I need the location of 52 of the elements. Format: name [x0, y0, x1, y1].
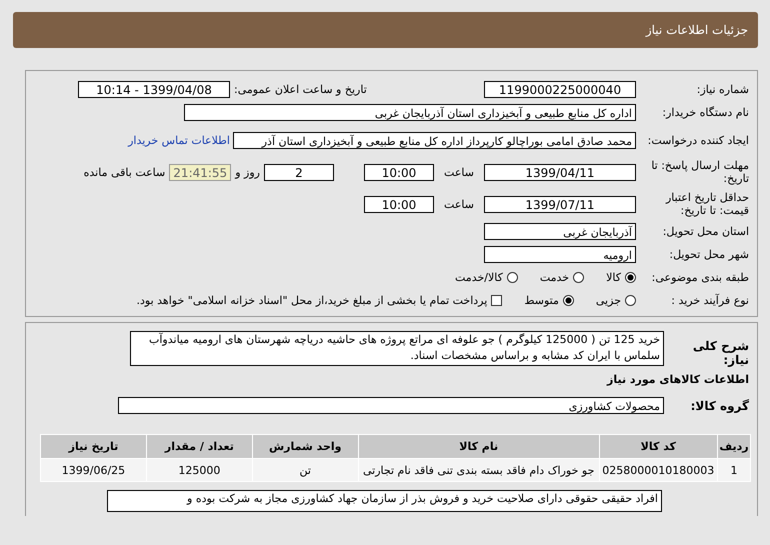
province-field: آذربایجان غربی: [484, 223, 636, 240]
field-label: ایجاد کننده درخواست:: [646, 134, 750, 146]
goods-group-field: محصولات کشاورزی: [118, 397, 664, 414]
remaining-label: ساعت باقی مانده: [84, 166, 166, 178]
field-label: شماره نیاز:: [696, 82, 750, 96]
page-title: جزئیات اطلاعات نیاز: [646, 23, 748, 37]
section-heading: اطلاعات کالاهای مورد نیاز: [606, 373, 749, 388]
field-label: تاریخ و ساعت اعلان عمومی:: [234, 82, 367, 96]
field-label: استان محل تحویل:: [662, 225, 750, 238]
buyer-field: اداره کل منابع طبیعی و آبخیزداری استان آذربایجان غربی: [184, 104, 636, 121]
validity-date-field: 1399/07/11: [484, 196, 636, 212]
column-header: ردیف: [718, 435, 750, 458]
process-radio[interactable]: متوسط: [524, 294, 574, 307]
countdown-field: 21:41:55: [169, 164, 232, 180]
announce-date-field: 1399/04/08 - 10:14: [78, 80, 230, 98]
time-label: ساعت: [443, 166, 475, 178]
column-header: تاریخ نیاز: [41, 435, 146, 458]
table-cell: تن: [252, 459, 358, 481]
treasury-checkbox[interactable]: پرداخت تمام یا بخشی از مبلغ خرید،از محل "اسناد خزانه اسلامی" خواهد بود.: [136, 294, 502, 307]
creator-field: محمد صادق امامی بوراچالو کارپرداز اداره کل منابع طبیعی و آبخیزداری استان آذر: [233, 132, 636, 148]
field-label: حداقل تاریخ اعتبار قیمت: تا تاریخ:: [664, 191, 750, 217]
deadline-date-field: 1399/04/11: [484, 164, 636, 180]
field-label: شهر محل تحویل:: [668, 248, 750, 261]
field-label: شرح کلی نیاز:: [692, 338, 750, 367]
column-header: کد کالا: [600, 435, 717, 458]
need-number-field: 1199000225000040: [484, 80, 636, 98]
table-cell: 0258000010180003: [600, 459, 717, 481]
category-radio[interactable]: خدمت: [540, 271, 584, 284]
category-radio[interactable]: کالا: [606, 271, 636, 284]
field-label: گروه کالا:: [690, 398, 750, 412]
field-label: طبقه بندی موضوعی:: [650, 271, 750, 284]
column-header: تعداد / مقدار: [146, 435, 252, 458]
category-radio[interactable]: کالا/خدمت: [455, 271, 518, 284]
table-cell: 1: [718, 459, 750, 481]
time-label: ساعت: [443, 198, 475, 210]
days-field: 2: [264, 164, 334, 180]
table-cell: جو خوراک دام فاقد بسته بندی تنی فاقد نام تجارتی: [358, 459, 599, 481]
days-label: روز و: [235, 166, 260, 178]
notes-field: افراد حقیقی حقوقی دارای صلاحیت خرید و فروش بذر از سازمان جهاد کشاورزی مجاز به شرکت بوده و: [107, 490, 662, 512]
column-header: نام کالا: [358, 435, 599, 458]
field-label: مهلت ارسال پاسخ: تا تاریخ:: [650, 159, 750, 185]
validity-time-field: 10:00: [364, 196, 434, 212]
deadline-time-field: 10:00: [364, 164, 434, 180]
field-label: نوع فرآیند خرید :: [670, 294, 750, 307]
field-label: نام دستگاه خریدار:: [661, 106, 750, 119]
table-cell: 125000: [146, 459, 252, 481]
description-field: خرید 125 تن ( 125000 کیلوگرم ) جو علوفه ای مراتع پروژه های حاشیه دریاچه شهرستان های ارومیه میاندوآب سلماس با ایران کد مشابه و براساس مشخصات اسناد.: [130, 331, 664, 366]
column-header: واحد شمارش: [252, 435, 358, 458]
buyer-contact-link[interactable]: اطلاعات تماس خریدار: [128, 134, 230, 146]
city-field: ارومیه: [484, 246, 636, 263]
table-cell: 1399/06/25: [41, 459, 146, 481]
process-radio[interactable]: جزیی: [596, 294, 636, 307]
